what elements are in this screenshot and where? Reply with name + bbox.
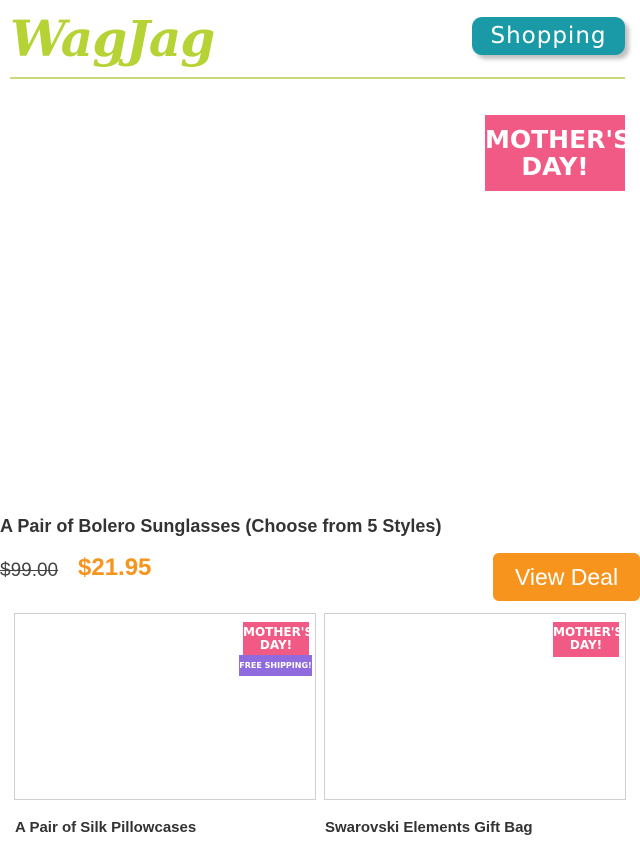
mothers-day-badge: MOTHER'S DAY! [553,622,623,657]
original-price: $99.00 [0,560,59,581]
featured-deal-title[interactable]: A Pair of Bolero Sunglasses (Choose from… [0,516,441,537]
header-divider [10,77,625,79]
wagjag-logo[interactable]: WagJag [10,4,215,74]
deal-card-title[interactable]: Swarovski Elements Gift Bag [325,819,533,836]
view-deal-button[interactable]: View Deal [493,553,640,601]
deal-card-swarovski-gift-bag[interactable]: MOTHER'S DAY! [324,613,626,800]
deal-card-silk-pillowcases[interactable]: MOTHER'S DAY! FREE SHIPPING! [14,613,316,800]
badge-line-2: DAY! [569,638,603,652]
shopping-button[interactable]: Shopping [472,17,625,55]
badge-line-2: DAY! [259,638,293,652]
badge-line-2: DAY! [521,152,589,181]
badge-line-1: MOTHER'S [485,125,632,154]
mothers-day-badge: MOTHER'S DAY! [485,115,632,191]
deal-card-title[interactable]: A Pair of Silk Pillowcases [15,819,196,836]
free-shipping-tag: FREE SHIPPING! [239,655,312,676]
mothers-day-badge: MOTHER'S DAY! [243,622,313,657]
deal-price: $21.95 [78,554,152,581]
site-header: WagJag Shopping [0,0,640,80]
